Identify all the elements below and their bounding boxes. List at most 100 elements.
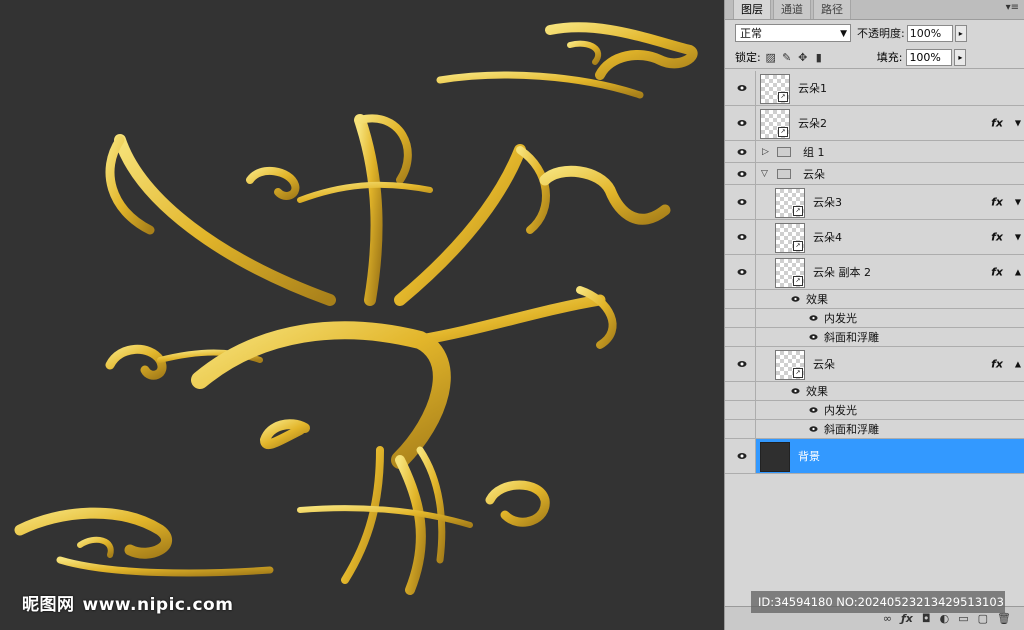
eye-icon [737,361,747,367]
group-row[interactable]: ▽ 云朵 [725,163,1024,185]
effect-row[interactable]: 斜面和浮雕 [725,420,1024,439]
lock-move-icon[interactable]: ✥ [797,51,809,64]
effects-row[interactable]: 效果 [725,290,1024,309]
visibility-toggle[interactable] [725,347,756,381]
opacity-label: 不透明度: [857,27,905,40]
fx-icon[interactable]: fx [991,231,1003,244]
new-group-icon[interactable]: ▭ [958,612,968,625]
eye-icon[interactable] [791,295,800,303]
collapse-effects-icon[interactable]: ▲ [1015,360,1021,369]
visibility-toggle[interactable] [725,255,756,289]
eye-cell [725,290,756,308]
smart-object-icon: ↗ [793,276,803,286]
eye-icon [737,170,747,177]
fx-icon[interactable]: fx [991,358,1003,371]
layer-thumbnail: ↗ [775,223,805,253]
smart-object-icon: ↗ [793,241,803,251]
visibility-toggle[interactable] [725,220,756,254]
opacity-input[interactable]: 100% [906,24,953,42]
eye-icon [737,120,747,126]
visibility-toggle[interactable] [725,185,756,219]
effect-name: 内发光 [824,312,857,325]
folder-icon [777,146,791,157]
chevron-down-icon: ▼ [840,29,847,39]
blend-opacity-row: 正常 ▼ 不透明度: 100% ▸ [725,20,1024,46]
eye-icon [737,148,747,155]
layer-name: 云朵 副本 2 [813,266,871,279]
link-layers-icon[interactable]: ∞ [883,612,892,625]
eye-icon [737,199,747,205]
collapse-effects-icon[interactable]: ▲ [1015,268,1021,277]
blend-mode-value: 正常 [740,27,762,40]
eye-cell [725,420,756,438]
effects-label: 效果 [806,385,828,398]
new-layer-icon[interactable]: ▢ [978,612,988,625]
effects-row[interactable]: 效果 [725,382,1024,401]
eye-icon[interactable] [809,333,818,341]
expand-effects-icon[interactable]: ▼ [1015,233,1021,242]
smart-object-icon: ↗ [778,127,788,137]
visibility-toggle[interactable] [725,106,756,140]
eye-icon[interactable] [791,387,800,395]
eye-icon[interactable] [809,425,818,433]
fill-input[interactable]: 100% [906,48,953,66]
effect-name: 斜面和浮雕 [824,423,879,436]
eye-icon[interactable] [809,406,818,414]
layer-row[interactable]: ↗ 云朵1 [725,71,1024,106]
watermark: 昵图网 www.nipic.com [22,590,233,615]
tab-channels[interactable]: 通道 [773,0,811,19]
layer-row[interactable]: ↗ 云朵 fx ▲ [725,347,1024,382]
fill-stepper[interactable]: ▸ [954,48,967,66]
eye-cell [725,328,756,346]
layer-row-background[interactable]: 背景 [725,439,1024,474]
fx-icon[interactable]: fx [991,117,1003,130]
eye-icon [737,453,747,459]
group-row[interactable]: ▷ 组 1 [725,141,1024,163]
layer-name: 云朵2 [798,117,827,130]
image-id-bar: ID:34594180 NO:20240523213429513103 [751,591,1005,613]
effect-name: 内发光 [824,404,857,417]
add-mask-icon[interactable]: ◘ [922,612,931,625]
eye-cell [725,382,756,400]
collapse-triangle-icon[interactable]: ▽ [761,169,768,179]
lock-fill-row: 锁定: ▨ ✎ ✥ ▮ 填充: 100% ▸ [725,46,1024,69]
layer-thumbnail [760,442,790,472]
canvas-artwork[interactable]: 昵图网 www.nipic.com [0,0,724,630]
effect-row[interactable]: 内发光 [725,401,1024,420]
expand-triangle-icon[interactable]: ▷ [762,147,769,157]
visibility-toggle[interactable] [725,141,756,162]
lock-all-icon[interactable]: ▮ [813,51,825,64]
visibility-toggle[interactable] [725,163,756,184]
expand-effects-icon[interactable]: ▼ [1015,119,1021,128]
lock-brush-icon[interactable]: ✎ [781,51,793,64]
tab-layers[interactable]: 图层 [733,0,771,19]
panel-tabs: 图层 通道 路径 ▾≡ [725,0,1024,20]
smart-object-icon: ↗ [793,206,803,216]
panel-menu-icon[interactable]: ▾≡ [1006,2,1019,13]
layer-name: 云朵3 [813,196,842,209]
visibility-toggle[interactable] [725,439,756,473]
layer-thumbnail: ↗ [775,350,805,380]
layer-name: 背景 [798,450,820,463]
fill-label: 填充: [876,51,903,64]
adjustment-layer-icon[interactable]: ◐ [940,612,950,625]
lock-transparency-icon[interactable]: ▨ [765,51,777,64]
eye-icon[interactable] [809,314,818,322]
tab-paths[interactable]: 路径 [813,0,851,19]
effect-name: 斜面和浮雕 [824,331,879,344]
effect-row[interactable]: 斜面和浮雕 [725,328,1024,347]
layer-row[interactable]: ↗ 云朵3 fx ▼ [725,185,1024,220]
opacity-stepper[interactable]: ▸ [954,24,967,42]
layer-row[interactable]: ↗ 云朵4 fx ▼ [725,220,1024,255]
fx-icon[interactable]: fx [991,266,1003,279]
add-style-icon[interactable]: ƒx [901,612,913,625]
fx-icon[interactable]: fx [991,196,1003,209]
eye-cell [725,401,756,419]
trash-icon[interactable]: 🗑 [997,612,1011,625]
layer-row[interactable]: ↗ 云朵 副本 2 fx ▲ [725,255,1024,290]
blend-mode-select[interactable]: 正常 ▼ [735,24,851,42]
visibility-toggle[interactable] [725,71,756,105]
expand-effects-icon[interactable]: ▼ [1015,198,1021,207]
effect-row[interactable]: 内发光 [725,309,1024,328]
layer-row[interactable]: ↗ 云朵2 fx ▼ [725,106,1024,141]
